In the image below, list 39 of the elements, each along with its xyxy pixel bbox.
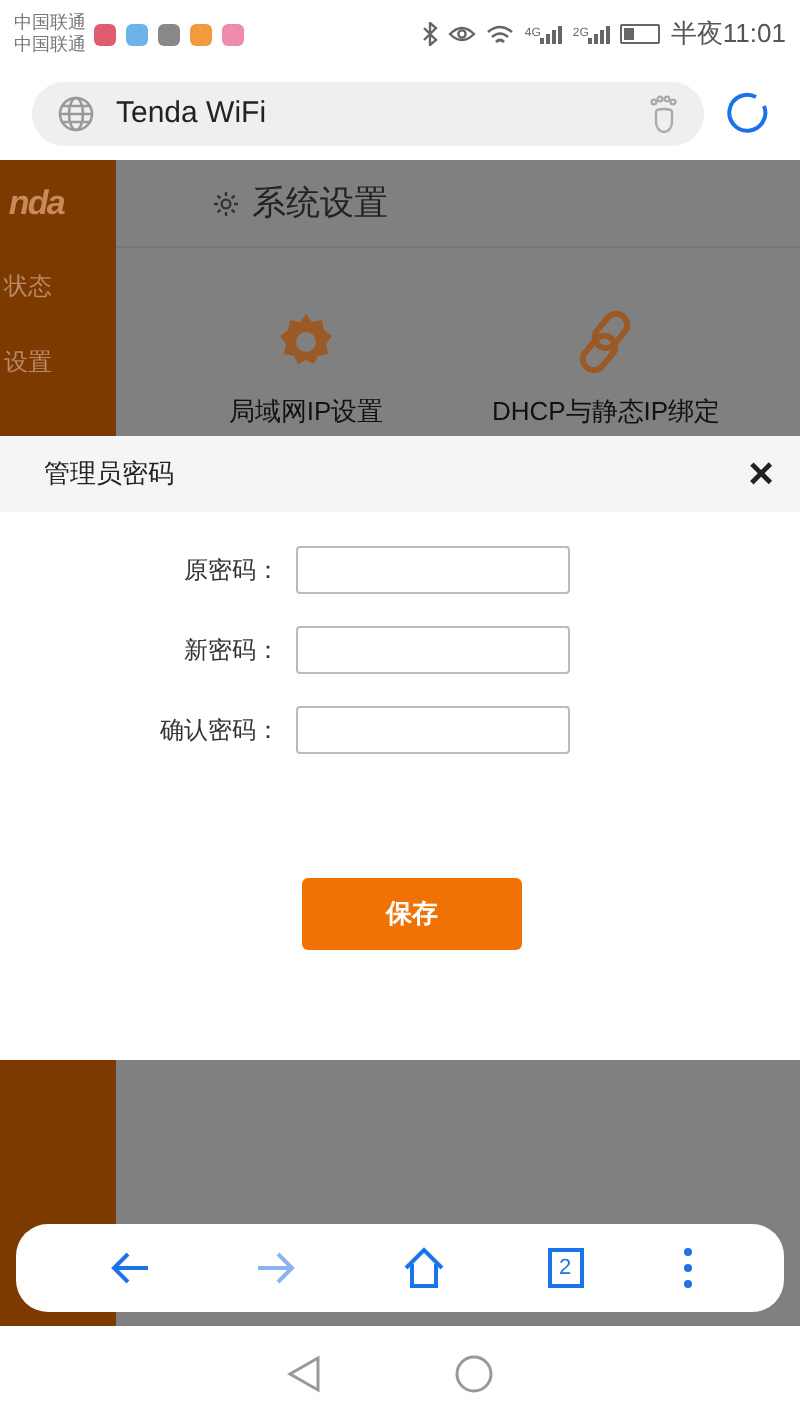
nav-back-icon[interactable] bbox=[286, 1354, 322, 1394]
app-notification-icon bbox=[126, 23, 148, 45]
app-notification-icon bbox=[190, 23, 212, 45]
eye-icon bbox=[448, 24, 477, 44]
app-notification-icon bbox=[158, 23, 180, 45]
clock: 半夜11:01 bbox=[670, 16, 786, 53]
close-button[interactable]: × bbox=[748, 452, 774, 496]
refresh-icon[interactable] bbox=[724, 90, 772, 138]
tile-label[interactable]: 局域网IP设置 bbox=[228, 392, 384, 431]
more-icon[interactable] bbox=[682, 1244, 695, 1292]
bluetooth-icon bbox=[422, 22, 439, 46]
home-icon[interactable] bbox=[399, 1244, 448, 1292]
tab-count-button[interactable]: 2 bbox=[547, 1248, 584, 1288]
app-notification-icon bbox=[222, 23, 244, 45]
password-field[interactable] bbox=[296, 626, 570, 674]
page-title: Tenda WiFi bbox=[116, 93, 269, 134]
signal-icon bbox=[588, 25, 611, 43]
signal-icon bbox=[540, 25, 563, 43]
wifi-icon bbox=[486, 23, 515, 45]
carrier-label: 中国联通 bbox=[14, 12, 86, 34]
field-label: 原密码： bbox=[182, 554, 282, 588]
nav-home-icon[interactable] bbox=[454, 1354, 494, 1394]
tile-label[interactable]: DHCP与静态IP绑定 bbox=[491, 392, 721, 431]
dialog-title: 管理员密码 bbox=[44, 456, 174, 493]
address-bar[interactable]: Tenda WiFi bbox=[32, 82, 704, 146]
save-button[interactable]: 保存 bbox=[302, 878, 522, 950]
sidebar-item[interactable]: 设置 bbox=[4, 344, 52, 380]
battery-icon bbox=[620, 24, 661, 44]
app-notification-icon bbox=[94, 23, 116, 45]
globe-icon bbox=[56, 94, 96, 134]
section-title: 系统设置 bbox=[252, 181, 388, 226]
field-label: 确认密码： bbox=[158, 714, 282, 748]
password-field[interactable] bbox=[296, 706, 570, 754]
sidebar-item[interactable]: 状态 bbox=[4, 268, 52, 304]
footprint-icon[interactable] bbox=[648, 94, 680, 134]
logo: nda bbox=[6, 182, 67, 227]
password-field[interactable] bbox=[296, 546, 570, 594]
field-label: 新密码： bbox=[182, 634, 282, 668]
carrier-label: 中国联通 bbox=[14, 34, 86, 56]
